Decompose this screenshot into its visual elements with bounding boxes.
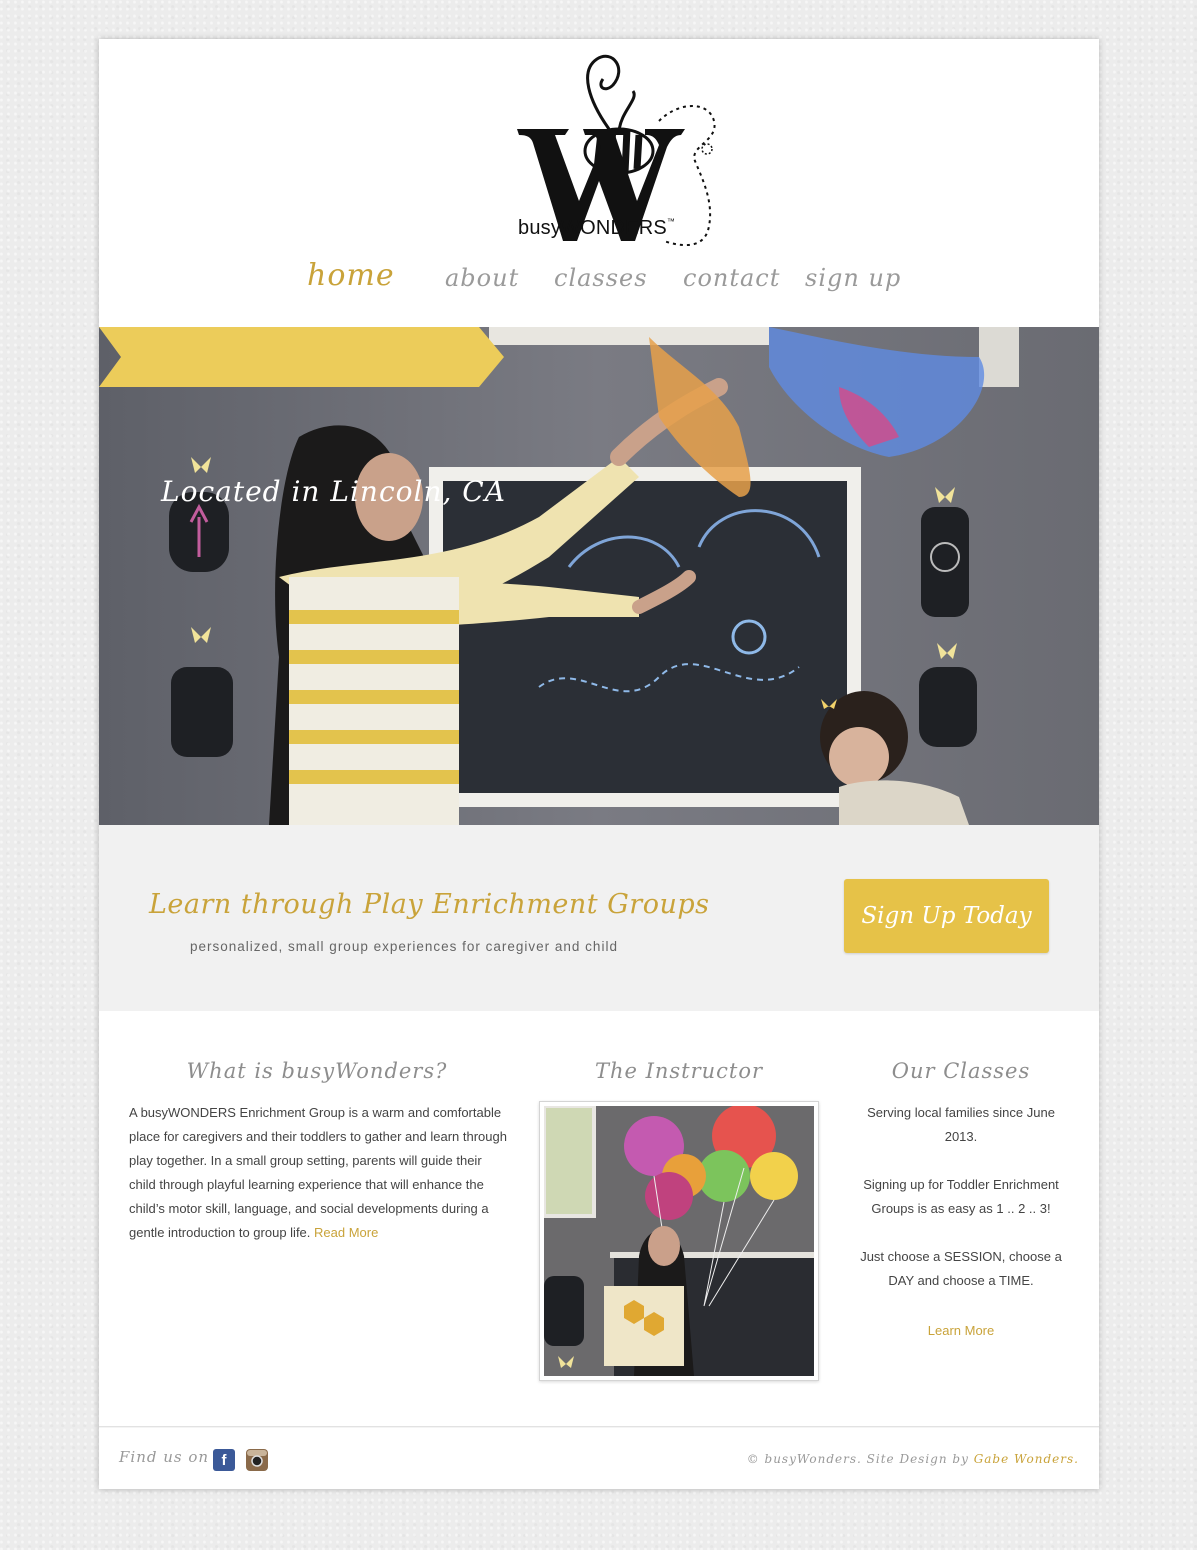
find-us-label: Find us on <box>119 1448 210 1466</box>
nav-classes[interactable]: classes <box>554 264 648 292</box>
instructor-photo <box>544 1106 814 1376</box>
nav-home[interactable]: home <box>307 258 395 293</box>
page-container: busyWONDERS™ home about classes contact … <box>99 39 1099 1489</box>
location-ribbon <box>99 327 504 387</box>
nav-contact[interactable]: contact <box>683 264 780 292</box>
nav-sign-up[interactable]: sign up <box>805 264 901 292</box>
instructor-photo-frame <box>539 1101 819 1381</box>
read-more-link[interactable]: Read More <box>314 1225 378 1240</box>
classes-body: Serving local families since June 2013. … <box>851 1101 1071 1343</box>
instructor-heading: The Instructor <box>594 1059 764 1083</box>
classes-paragraph-3: Just choose a SESSION, choose a DAY and … <box>860 1249 1062 1288</box>
designer-link[interactable]: Gabe Wonders. <box>974 1452 1079 1466</box>
hero-image <box>99 327 1099 825</box>
classes-paragraph-1: Serving local families since June 2013. <box>867 1105 1055 1144</box>
cta-title: Learn through Play Enrichment Groups <box>149 889 710 920</box>
location-banner-text: Located in Lincoln, CA <box>161 475 506 508</box>
learn-more-link[interactable]: Learn More <box>928 1323 994 1338</box>
cta-band: Learn through Play Enrichment Groups per… <box>99 825 1099 1011</box>
instagram-icon[interactable] <box>246 1449 268 1471</box>
about-body: A busyWONDERS Enrichment Group is a warm… <box>129 1101 509 1245</box>
main-nav: home about classes contact sign up <box>99 258 1099 308</box>
classes-heading: Our Classes <box>891 1059 1031 1083</box>
nav-about[interactable]: about <box>445 264 519 292</box>
logo-wordmark[interactable]: busyWONDERS™ <box>518 217 675 240</box>
footer-divider <box>99 1426 1099 1428</box>
classes-paragraph-2: Signing up for Toddler Enrichment Groups… <box>863 1177 1059 1216</box>
hero-photo <box>99 327 1099 825</box>
footer-credit: © busyWonders. Site Design by Gabe Wonde… <box>747 1452 1079 1466</box>
about-text: A busyWONDERS Enrichment Group is a warm… <box>129 1105 507 1240</box>
cta-subtitle: personalized, small group experiences fo… <box>190 939 618 954</box>
credit-text: © busyWonders. Site Design by <box>746 1452 969 1466</box>
sign-up-today-button[interactable]: Sign Up Today <box>844 879 1049 953</box>
about-heading: What is busyWonders? <box>186 1059 448 1083</box>
facebook-icon[interactable]: f <box>213 1449 235 1471</box>
